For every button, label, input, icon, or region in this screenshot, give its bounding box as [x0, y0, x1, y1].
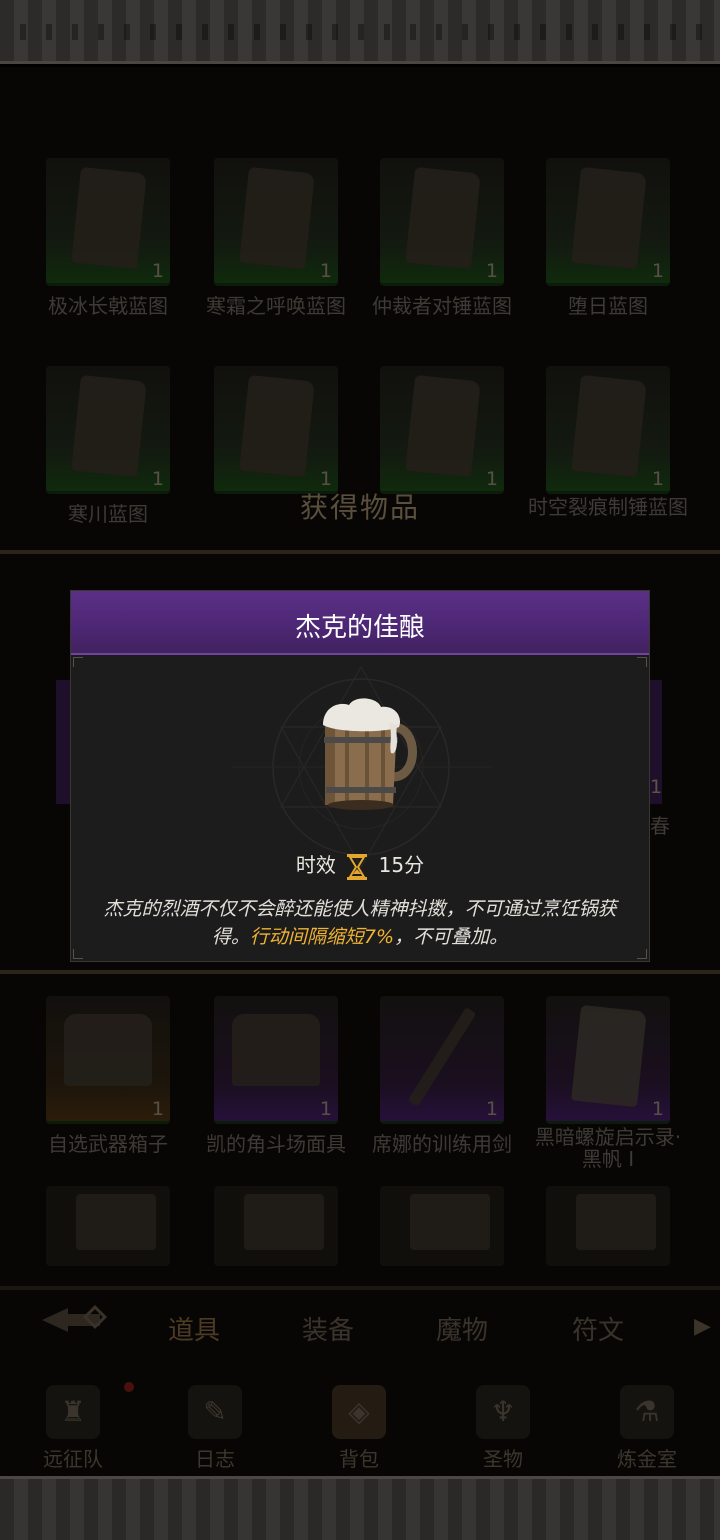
blueprint-scroll-icon: [71, 374, 147, 478]
blueprint-scroll-icon: [239, 374, 315, 478]
nav-journal[interactable]: ✎ 日志: [160, 1385, 270, 1475]
nav-relics[interactable]: ♆ 圣物: [448, 1385, 558, 1475]
partial-slot-quantity: 1: [650, 776, 663, 798]
inventory-slot[interactable]: [214, 1186, 338, 1266]
nav-expedition[interactable]: ♜ 远征队: [18, 1385, 128, 1475]
scroll-icon: [244, 1194, 324, 1250]
alchemy-icon: ⚗: [620, 1385, 674, 1439]
tab-equipment[interactable]: 装备: [302, 1310, 354, 1347]
inventory-slot[interactable]: 1 席娜的训练用剑: [372, 996, 512, 1156]
blueprint-scroll-icon: [405, 166, 481, 270]
inventory-slot[interactable]: [46, 1186, 170, 1266]
inventory-slot[interactable]: 1 极冰长戟蓝图: [46, 158, 170, 318]
timer-label: 时效: [295, 853, 336, 877]
inventory-slot[interactable]: 1 自选武器箱子: [46, 996, 170, 1156]
inventory-slot[interactable]: 1: [214, 366, 338, 496]
nav-backpack[interactable]: ◈ 背包: [304, 1385, 414, 1475]
corner-ornament: [73, 657, 83, 667]
beer-mug-icon: [323, 698, 417, 810]
banner-divider-top: [0, 550, 720, 554]
inventory-row: 1 自选武器箱子 1 凯的角斗场面具 1 席娜的训练用剑 1 黑暗螺旋启示录·黑…: [0, 996, 720, 1170]
item-name: 寒霜之呼唤蓝图: [206, 294, 346, 318]
item-quantity: 1: [319, 1098, 332, 1120]
inventory-slot[interactable]: 1: [380, 366, 504, 496]
item-name: 自选武器箱子: [48, 1132, 168, 1156]
nav-label: 日志: [195, 1447, 235, 1471]
inventory-slot[interactable]: 1 寒川蓝图: [46, 366, 170, 526]
partial-slot-left: [56, 680, 70, 804]
nav-label: 炼金室: [617, 1447, 677, 1471]
inventory-slot[interactable]: 1 黑暗螺旋启示录·黑帆 I: [535, 996, 681, 1170]
blueprint-scroll-icon: [571, 166, 647, 270]
backpack-icon: ◈: [332, 1385, 386, 1439]
scroll-icon: [576, 1194, 656, 1250]
nav-label: 圣物: [483, 1447, 523, 1471]
blueprint-scroll-icon: [239, 166, 315, 270]
scroll-icon: [410, 1194, 490, 1250]
nav-label: 背包: [339, 1447, 379, 1471]
tabs-next-arrow-icon[interactable]: ▶: [694, 1314, 711, 1339]
item-name: 席娜的训练用剑: [372, 1132, 512, 1156]
top-frame-bar: [0, 0, 720, 64]
scroll-icon: [76, 1194, 156, 1250]
corner-ornament: [637, 657, 647, 667]
hourglass-icon: [347, 853, 368, 880]
corner-ornament: [73, 949, 83, 959]
blueprint-scroll-icon: [571, 374, 647, 478]
blueprint-scroll-icon: [71, 166, 147, 270]
helmet-icon: ♜: [46, 1385, 100, 1439]
tab-monsters[interactable]: 魔物: [436, 1310, 488, 1347]
partial-slot-name: 春: [650, 814, 670, 838]
back-arrow-icon: [42, 1304, 108, 1332]
item-quantity: 1: [485, 260, 498, 282]
item-quantity: 1: [485, 1098, 498, 1120]
obtained-items-title: 获得物品: [299, 491, 420, 524]
inventory-slot[interactable]: 1 凯的角斗场面具: [206, 996, 346, 1156]
back-button[interactable]: [38, 1300, 110, 1340]
item-quantity: 1: [151, 260, 164, 282]
inventory-row: 1 极冰长戟蓝图 1 寒霜之呼唤蓝图 1 仲裁者对锤蓝图 1 堕日蓝图: [0, 158, 720, 328]
treasure-chest-icon: [64, 1014, 152, 1086]
item-name: 极冰长戟蓝图: [48, 294, 168, 318]
treasure-chest-icon: [232, 1014, 320, 1086]
item-name: 凯的角斗场面具: [206, 1132, 346, 1156]
relic-icon: ♆: [476, 1385, 530, 1439]
modal-title: 杰克的佳酿: [294, 613, 425, 643]
inventory-slot[interactable]: 1 寒霜之呼唤蓝图: [206, 158, 346, 318]
scroll-icon: [571, 1004, 647, 1108]
description-text-end: ，不可叠加。: [394, 926, 509, 948]
banner-divider-bottom: [0, 970, 720, 974]
item-detail-modal[interactable]: 杰克的佳酿 时效 15分 杰克的烈酒不仅不会醉还能使人精神抖擞，不可通过烹饪锅获…: [70, 590, 650, 962]
item-quantity: 1: [651, 1098, 664, 1120]
nav-alchemy[interactable]: ⚗ 炼金室: [592, 1385, 702, 1475]
tab-items[interactable]: 道具: [168, 1310, 220, 1347]
tab-runes[interactable]: 符文: [572, 1310, 624, 1347]
blueprint-scroll-icon: [405, 374, 481, 478]
nav-label: 远征队: [43, 1447, 103, 1471]
item-quantity: 1: [651, 260, 664, 282]
inventory-slot[interactable]: 1 仲裁者对锤蓝图: [372, 158, 512, 318]
corner-ornament: [637, 949, 647, 959]
item-quantity: 1: [319, 260, 332, 282]
inventory-slot[interactable]: 1 堕日蓝图: [546, 158, 670, 318]
inventory-slot[interactable]: [546, 1186, 670, 1266]
item-name: 堕日蓝图: [568, 294, 648, 318]
bottom-frame-bar: [0, 1476, 720, 1540]
book-icon: ✎: [188, 1385, 242, 1439]
item-quantity: 1: [151, 1098, 164, 1120]
description-highlight: 行动间隔缩短7%: [249, 926, 395, 948]
inventory-slot[interactable]: [380, 1186, 504, 1266]
item-name: 仲裁者对锤蓝图: [372, 294, 512, 318]
item-name: 黑暗螺旋启示录·黑帆 I: [534, 1125, 682, 1171]
tabs-divider: [0, 1286, 720, 1290]
item-description: 杰克的烈酒不仅不会醉还能使人精神抖擞，不可通过烹饪锅获得。行动间隔缩短7%，不可…: [97, 895, 623, 951]
inventory-slot[interactable]: 1 时空裂痕制锤蓝图: [528, 366, 688, 518]
timer-row: 时效 15分: [71, 849, 649, 880]
timer-value: 15分: [378, 853, 425, 877]
